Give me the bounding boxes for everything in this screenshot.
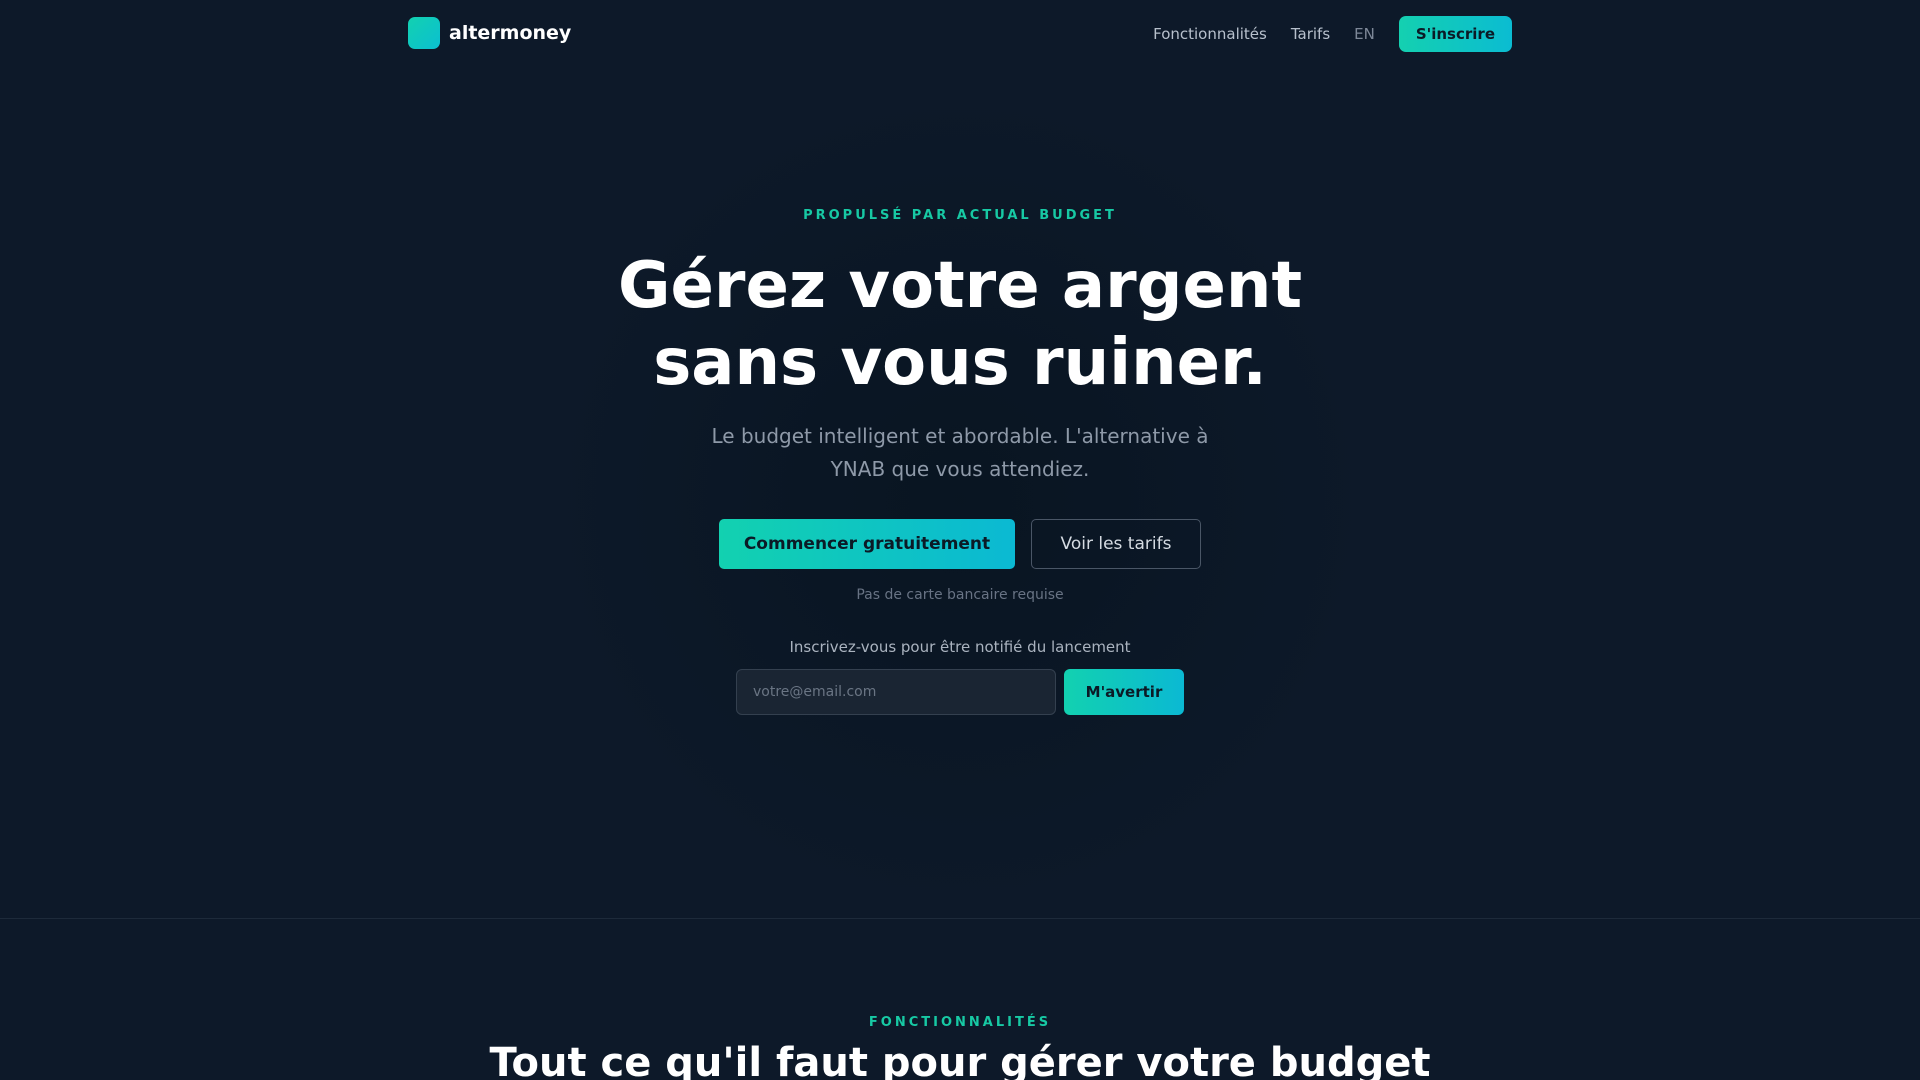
brand-name: altermoney [449,22,572,44]
email-input[interactable] [736,669,1056,715]
top-navigation: altermoney Fonctionnalités Tarifs EN S'i… [0,0,1920,68]
section-divider [0,918,1920,919]
hero-headline-line-2: sans vous ruiner. [653,326,1267,400]
signup-button[interactable]: S'inscrire [1398,16,1512,52]
features-title: Tout ce qu'il faut pour gérer votre budg… [489,1040,1431,1080]
view-pricing-button[interactable]: Voir les tarifs [1031,519,1201,569]
hero-headline: Gérez votre argent sans vous ruiner. [0,248,1920,402]
language-switch[interactable]: EN [1354,25,1375,43]
nav-link-pricing[interactable]: Tarifs [1291,25,1330,43]
hero-eyebrow: PROPULSÉ PAR ACTUAL BUDGET [803,208,1117,223]
hero-headline-line-1: Gérez votre argent [617,249,1303,323]
features-eyebrow: FONCTIONNALITÉS [868,1015,1052,1030]
hero-subtitle-line-1: Le budget intelligent et abordable. L'al… [711,424,1209,448]
start-free-button[interactable]: Commencer gratuitement [719,519,1015,569]
notify-form: M'avertir [0,669,1920,715]
logo-icon [408,17,440,49]
no-card-note: Pas de carte bancaire requise [856,587,1064,603]
landing-page: altermoney Fonctionnalités Tarifs EN S'i… [0,0,1920,1080]
hero-subtitle-line-2: YNAB que vous attendiez. [830,457,1090,481]
notify-button[interactable]: M'avertir [1064,669,1184,715]
cta-row: Commencer gratuitement Voir les tarifs [0,519,1920,569]
nav-links: Fonctionnalités Tarifs EN S'inscrire [1153,16,1512,52]
nav-link-features[interactable]: Fonctionnalités [1153,25,1267,43]
hero-subtitle: Le budget intelligent et abordable. L'al… [0,420,1920,486]
brand-logo[interactable]: altermoney [408,17,571,49]
notify-label: Inscrivez-vous pour être notifié du lanc… [789,638,1131,656]
